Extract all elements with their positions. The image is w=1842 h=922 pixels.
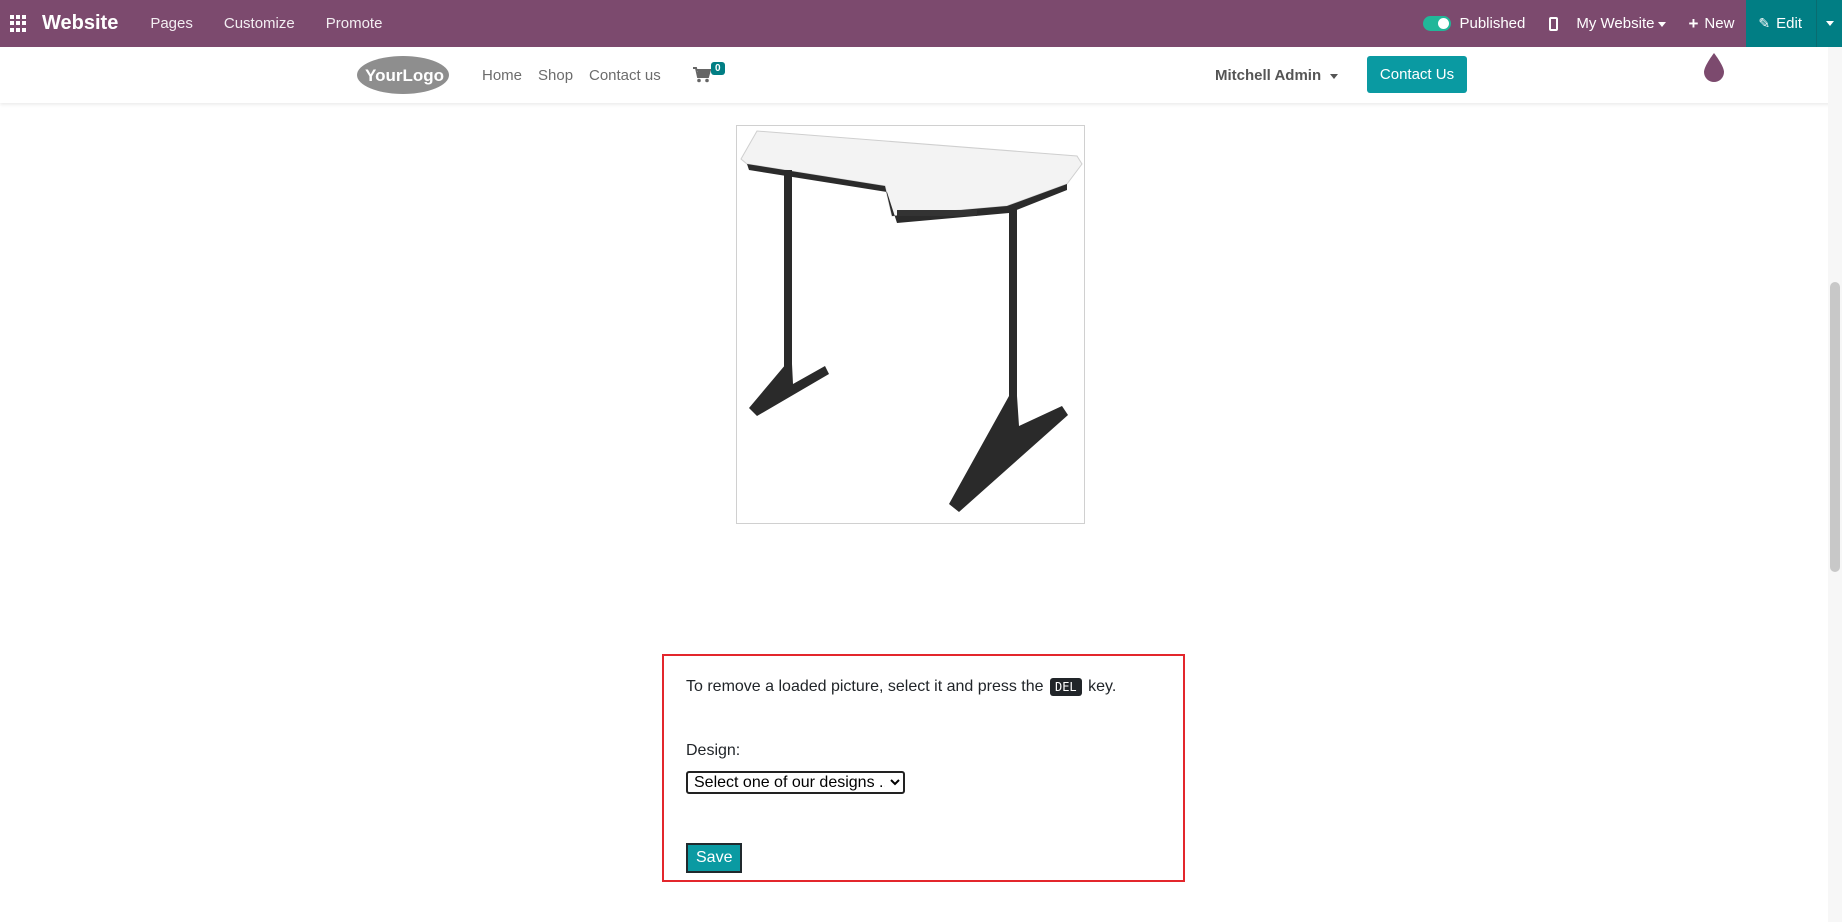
edit-dropdown-toggle[interactable] <box>1816 0 1842 47</box>
design-select[interactable]: Select one of our designs ... <box>686 771 905 794</box>
logo-text: YourLogo <box>365 66 444 85</box>
menu-pages[interactable]: Pages <box>150 15 193 32</box>
nav-contact[interactable]: Contact us <box>589 67 661 84</box>
published-label[interactable]: Published <box>1459 15 1525 32</box>
plus-icon: + <box>1688 13 1699 33</box>
remove-picture-hint: To remove a loaded picture, select it an… <box>686 678 1116 696</box>
apps-grid-icon[interactable] <box>10 14 28 33</box>
user-menu[interactable]: Mitchell Admin <box>1215 67 1339 84</box>
chevron-down-icon <box>1658 21 1667 27</box>
del-key: DEL <box>1049 678 1082 696</box>
cart-icon[interactable] <box>693 67 711 83</box>
contact-us-button[interactable]: Contact Us <box>1367 56 1467 93</box>
published-toggle[interactable] <box>1423 16 1452 31</box>
chevron-down-icon <box>1330 73 1339 79</box>
my-website-label: My Website <box>1576 15 1655 32</box>
product-image[interactable] <box>736 125 1085 524</box>
admin-topbar: Website Pages Customize Promote Publishe… <box>0 0 1842 47</box>
new-label: New <box>1704 15 1735 32</box>
hint-text-start: To remove a loaded picture, select it an… <box>686 678 1044 695</box>
cart-count-badge: 0 <box>711 62 725 75</box>
site-navbar: YourLogo Home Shop Contact us 0 Mitchell… <box>0 47 1842 103</box>
save-button[interactable]: Save <box>686 843 743 873</box>
my-website-dropdown[interactable]: My Website <box>1576 15 1667 32</box>
chevron-down-icon <box>1825 21 1834 26</box>
nav-shop[interactable]: Shop <box>538 67 573 84</box>
menu-promote[interactable]: Promote <box>326 15 383 32</box>
edit-button[interactable]: ✎ Edit <box>1746 0 1816 47</box>
edit-label: Edit <box>1776 15 1802 32</box>
nav-home[interactable]: Home <box>482 67 522 84</box>
design-label: Design: <box>686 742 741 759</box>
pencil-icon: ✎ <box>1758 15 1771 31</box>
desk-image <box>740 130 1083 512</box>
hint-text-end: key. <box>1088 678 1117 695</box>
design-form: To remove a loaded picture, select it an… <box>662 654 1185 882</box>
user-name: Mitchell Admin <box>1215 67 1322 84</box>
site-logo[interactable]: YourLogo <box>356 55 450 95</box>
theme-drop-icon[interactable] <box>1702 52 1726 82</box>
app-brand[interactable]: Website <box>42 12 118 35</box>
topbar-right-group: Published My Website + New ✎ Edit <box>1423 0 1842 47</box>
scrollbar-thumb[interactable] <box>1830 282 1840 572</box>
menu-customize[interactable]: Customize <box>224 15 295 32</box>
new-button[interactable]: + New <box>1688 14 1734 34</box>
mobile-preview-icon[interactable] <box>1549 16 1559 31</box>
